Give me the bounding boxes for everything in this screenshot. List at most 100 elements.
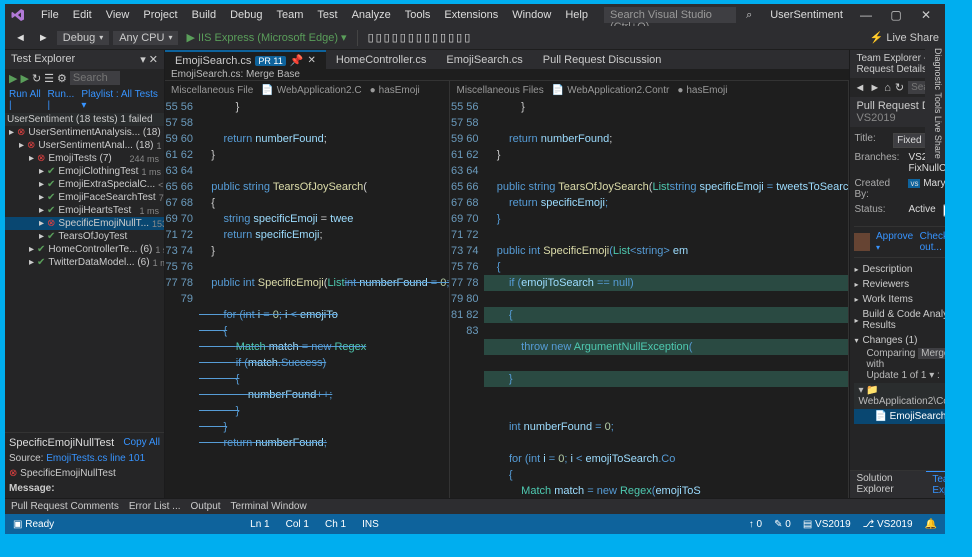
test-filter[interactable]: Playlist : All Tests ▾ <box>81 89 160 111</box>
test-filter[interactable]: Run All | <box>9 89 44 111</box>
document-tab[interactable]: EmojiSearch.csPR 11📌✕ <box>165 50 326 69</box>
menu-window[interactable]: Window <box>506 7 557 23</box>
playlist-icon[interactable]: ☰ <box>44 72 54 85</box>
menu-tools[interactable]: Tools <box>399 7 437 23</box>
menu-edit[interactable]: Edit <box>67 7 98 23</box>
status-ins: INS <box>362 519 379 530</box>
copy-all-link[interactable]: Copy All <box>123 437 160 448</box>
menu-view[interactable]: View <box>100 7 136 23</box>
update-label[interactable]: Update 1 of 1 ▾ : <box>854 370 945 381</box>
avatar <box>854 233 870 251</box>
start-debug-button[interactable]: ▶ IIS Express (Microsoft Edge) ▾ <box>182 29 350 46</box>
menu-build[interactable]: Build <box>186 7 222 23</box>
test-item[interactable]: ▸⊗UserSentimentAnal... (18)1 sec <box>5 139 164 152</box>
pr-section[interactable]: Work Items <box>854 292 945 307</box>
source-link[interactable]: EmojiTests.cs line 101 <box>46 453 145 464</box>
menu-file[interactable]: File <box>35 7 65 23</box>
config-dropdown[interactable]: Debug <box>57 31 109 45</box>
test-item[interactable]: ▸✔TwitterDataModel... (6)1 ms <box>5 256 164 269</box>
menu-project[interactable]: Project <box>137 7 183 23</box>
search-icon[interactable]: ⌕ <box>746 9 752 22</box>
status-pull[interactable]: ✎ 0 <box>774 519 791 530</box>
menu-help[interactable]: Help <box>559 7 594 23</box>
test-search-input[interactable] <box>70 71 120 85</box>
left-code-lines[interactable]: } return numberFound; } public string Te… <box>199 99 449 498</box>
test-item[interactable]: ▸✔HomeControllerTe... (6)1 sec <box>5 243 164 256</box>
notification-icon[interactable]: 🔔 <box>925 519 937 530</box>
pr-section[interactable]: Build & Code Analysis Results <box>854 307 945 333</box>
changed-folder[interactable]: ▾ 📁 WebApplication2\Controllers <box>854 383 945 409</box>
left-scope-c[interactable]: ● hasEmoji <box>370 85 420 96</box>
menu-team[interactable]: Team <box>271 7 310 23</box>
right-diff-pane: Miscellaneous Files 📄 WebApplication2.Co… <box>450 81 849 498</box>
test-explorer-panel: Test Explorer▾ ✕ ▶ ▶ ↻ ☰ ⚙ Run All |Run.… <box>5 50 165 498</box>
team-explorer-tabs: Solution ExplorerTeam Explorer <box>850 470 945 498</box>
status-branch[interactable]: ⎇ VS2019 <box>863 519 913 530</box>
te-fwd-icon[interactable]: ► <box>869 82 880 94</box>
test-item[interactable]: ▸⊗UserSentimentAnalysis... (18)1 sec <box>5 126 164 139</box>
tool-tab[interactable]: Solution Explorer <box>850 471 926 498</box>
left-scope-a[interactable]: Miscellaneous File <box>171 85 253 96</box>
test-filter-links: Run All |Run... |Playlist : All Tests ▾ <box>5 87 164 113</box>
minimize-button[interactable]: — <box>853 8 879 22</box>
close-button[interactable]: ✕ <box>913 8 939 22</box>
document-tab[interactable]: EmojiSearch.cs <box>436 50 532 69</box>
changes-section[interactable]: Changes (1)⎘ <box>854 333 945 348</box>
document-tab[interactable]: HomeController.cs <box>326 50 436 69</box>
document-tab[interactable]: Pull Request Discussion <box>533 50 672 69</box>
test-item[interactable]: ▸⊗EmojiTests (7)244 ms <box>5 152 164 165</box>
live-share-button[interactable]: ⚡ Live Share <box>870 31 939 44</box>
left-diff-pane: Miscellaneous File 📄 WebApplication2.C ●… <box>165 81 450 498</box>
bottom-tab[interactable]: Error List ... <box>129 501 181 512</box>
status-push[interactable]: ↑ 0 <box>749 519 762 530</box>
right-dock-tabs[interactable]: Diagnostic Tools Live Share <box>925 44 945 163</box>
refresh-icon[interactable]: ↻ <box>32 72 41 85</box>
status-ch: Ch 1 <box>325 519 346 530</box>
menu-test[interactable]: Test <box>311 7 343 23</box>
te-home-icon[interactable]: ⌂ <box>884 82 891 94</box>
maximize-button[interactable]: ▢ <box>883 8 909 22</box>
menu-analyze[interactable]: Analyze <box>346 7 397 23</box>
message-label: Message: <box>9 483 160 494</box>
quick-launch-search[interactable]: Search Visual Studio (Ctrl+Q) <box>604 7 736 23</box>
pr-section[interactable]: Description <box>854 262 945 277</box>
approve-dropdown[interactable]: Approve <box>876 231 914 253</box>
nav-fwd-icon[interactable]: ► <box>34 30 53 46</box>
tool-tab[interactable]: Team Explorer <box>926 471 945 498</box>
merge-base-dropdown[interactable]: Merge Base ▾ <box>918 348 945 359</box>
bottom-tab[interactable]: Terminal Window <box>231 501 307 512</box>
changed-file[interactable]: 📄 EmojiSearch.cs <box>854 409 945 424</box>
bottom-tab[interactable]: Pull Request Comments <box>11 501 119 512</box>
settings-icon[interactable]: ⚙ <box>57 72 67 85</box>
test-item[interactable]: ▸✔EmojiFaceSearchTest77 ms <box>5 191 164 204</box>
test-item[interactable]: ▸✔EmojiClothingTest1 ms <box>5 165 164 178</box>
test-filter[interactable]: Run... | <box>48 89 78 111</box>
signed-in-user[interactable]: UserSentiment <box>770 9 843 21</box>
main-menu: FileEditViewProjectBuildDebugTeamTestAna… <box>35 7 594 23</box>
platform-dropdown[interactable]: Any CPU <box>113 31 178 45</box>
created-value: vs Mary Coder <box>908 178 945 200</box>
test-item[interactable]: ▸✔TearsOfJoyTest <box>5 230 164 243</box>
pr-section[interactable]: Reviewers <box>854 277 945 292</box>
test-item[interactable]: ▸⊗SpecificEmojiNullT...153 ms <box>5 217 164 230</box>
run-all-icon[interactable]: ▶ <box>9 72 17 85</box>
checkout-link[interactable]: Check out... <box>920 231 945 253</box>
right-scope-b[interactable]: 📄 WebApplication2.Contr <box>552 85 670 96</box>
toolbar-group-icons[interactable]: ▯▯▯▯▯▯▯▯▯▯▯▯▯ <box>364 29 477 46</box>
te-refresh-icon[interactable]: ↻ <box>895 81 904 94</box>
test-item[interactable]: ▸✔EmojiExtraSpecialC...< 1 ms <box>5 178 164 191</box>
urgent-checkbox[interactable] <box>943 204 945 217</box>
status-repo[interactable]: ▤ VS2019 <box>803 519 851 530</box>
bottom-tab[interactable]: Output <box>191 501 221 512</box>
nav-back-icon[interactable]: ◄ <box>11 30 30 46</box>
panel-pin-icon[interactable]: ▾ ✕ <box>140 53 158 66</box>
right-code-lines[interactable]: } return numberFound; } public string Te… <box>484 99 848 498</box>
te-back-icon[interactable]: ◄ <box>854 82 865 94</box>
test-item[interactable]: ▸✔EmojiHeartsTest1 ms <box>5 204 164 217</box>
menu-extensions[interactable]: Extensions <box>438 7 504 23</box>
run-icon[interactable]: ▶ <box>20 72 28 85</box>
right-scope-c[interactable]: ● hasEmoji <box>677 85 727 96</box>
menu-debug[interactable]: Debug <box>224 7 268 23</box>
left-scope-b[interactable]: 📄 WebApplication2.C <box>261 85 361 96</box>
right-scope-a[interactable]: Miscellaneous Files <box>456 85 543 96</box>
